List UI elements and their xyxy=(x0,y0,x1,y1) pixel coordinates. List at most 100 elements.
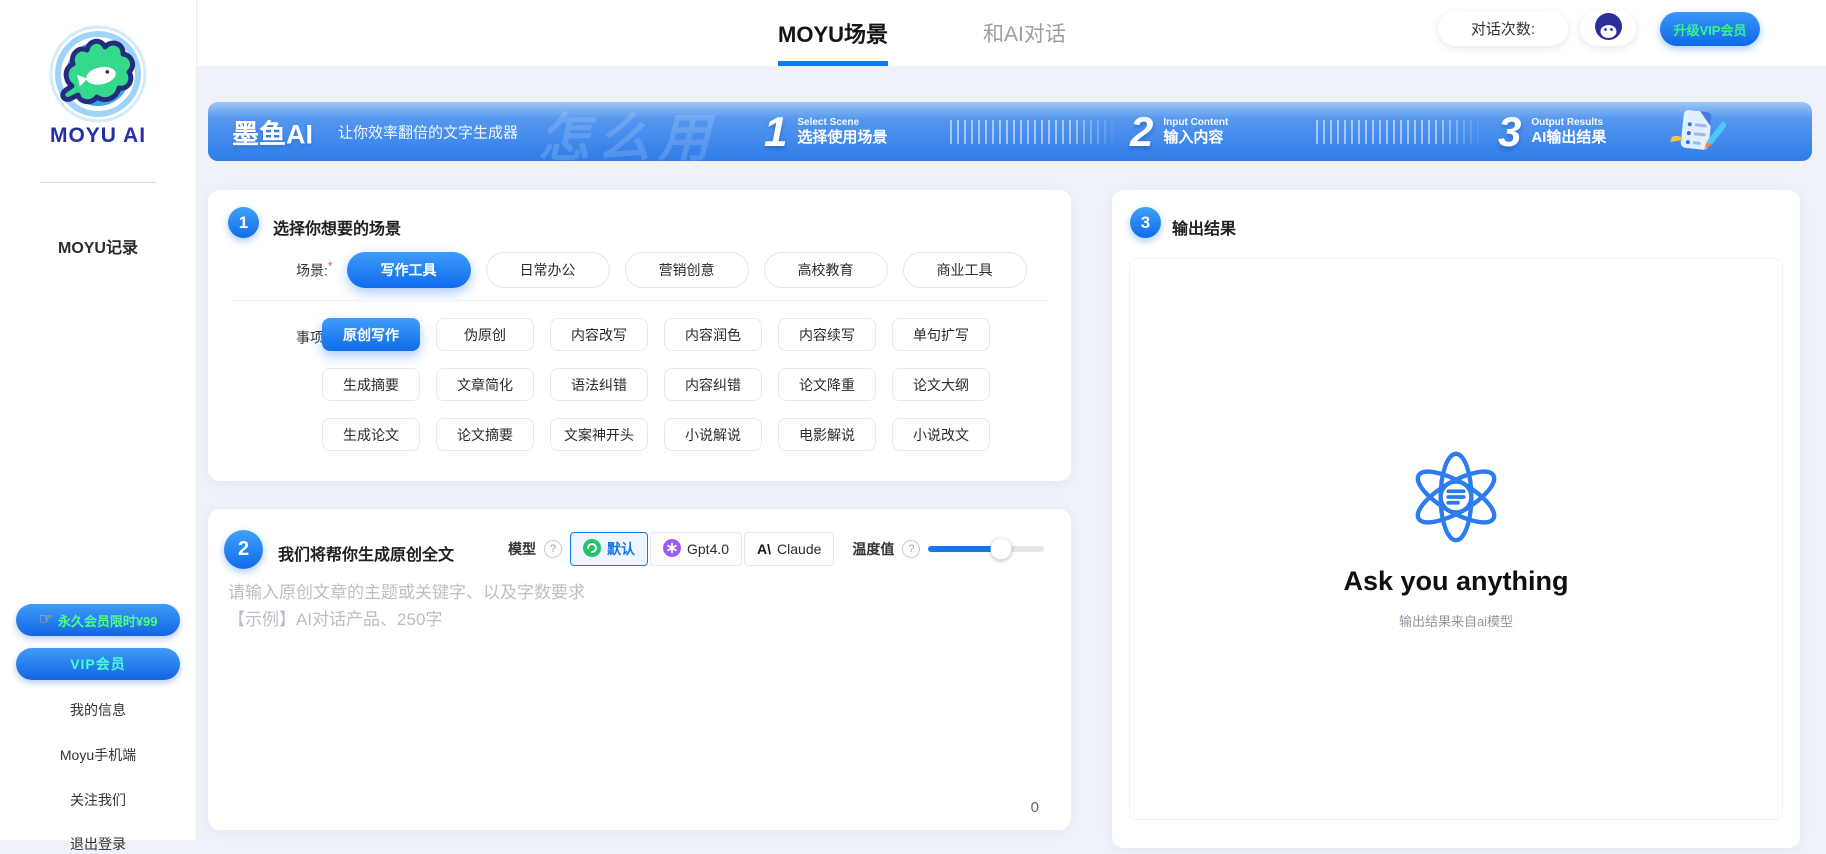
banner-connector xyxy=(950,120,1118,144)
banner-step-3-en: Output Results xyxy=(1531,117,1606,129)
sidebar-item-mobile[interactable]: Moyu手机端 xyxy=(0,745,196,765)
banner-watermark: 怎么用 xyxy=(538,102,718,161)
top-header: MOYU场景 和AI对话 对话次数: 升级VIP会员 xyxy=(196,0,1826,66)
scene-select-card: 1 选择你想要的场景 场景:* 写作工具 日常办公 营销创意 高校教育 商业工具… xyxy=(208,190,1071,481)
scene-pill-education[interactable]: 高校教育 xyxy=(764,252,888,288)
char-count: 0 xyxy=(1031,799,1039,816)
item-chip-copy-opening[interactable]: 文案神开头 xyxy=(550,418,648,451)
required-asterisk: * xyxy=(328,259,333,273)
banner-step-1: 1 Select Scene 选择使用场景 xyxy=(764,102,887,161)
model-option-claude[interactable]: A\ Claude xyxy=(744,532,834,566)
vip-membership-label: VIP会员 xyxy=(70,654,126,674)
document-pencil-illustration-icon xyxy=(1668,107,1726,161)
item-chip-simplify[interactable]: 文章简化 xyxy=(436,368,534,401)
temperature-label: 温度值 xyxy=(852,539,894,559)
banner-step-3-cn: AI输出结果 xyxy=(1531,129,1606,147)
item-chip-grammar-fix[interactable]: 语法纠错 xyxy=(550,368,648,401)
item-chip-generate-paper[interactable]: 生成论文 xyxy=(322,418,420,451)
chat-count-pill: 对话次数: xyxy=(1438,11,1568,46)
output-empty-subtitle: 输出结果来自ai模型 xyxy=(1399,611,1513,630)
banner-step-2-en: Input Content xyxy=(1163,117,1228,129)
prompt-placeholder-line1: 请输入原创文章的主题或关键字、以及字数要求 xyxy=(228,579,1051,606)
sidebar: MOYU AI MOYU记录 ☞ 永久会员限时¥99 VIP会员 我的信息 Mo… xyxy=(0,0,197,840)
banner-step-3: 3 Output Results AI输出结果 xyxy=(1498,102,1606,161)
moyu-logo-icon xyxy=(48,24,148,129)
banner-step-2: 2 Input Content 输入内容 xyxy=(1130,102,1228,161)
output-empty-title: Ask you anything xyxy=(1343,566,1568,597)
pointing-hand-icon: ☞ xyxy=(38,612,52,628)
banner-tagline: 让你效率翻倍的文字生成器 xyxy=(338,121,518,142)
vip-membership-button[interactable]: VIP会员 xyxy=(16,648,180,680)
model-label: 模型 xyxy=(508,539,536,559)
sidebar-item-follow-us[interactable]: 关注我们 xyxy=(0,790,196,810)
item-chip-rewrite[interactable]: 内容改写 xyxy=(550,318,648,351)
scene-pill-daily-office[interactable]: 日常办公 xyxy=(486,252,610,288)
scene-pill-marketing[interactable]: 营销创意 xyxy=(625,252,749,288)
item-chip-summary[interactable]: 生成摘要 xyxy=(322,368,420,401)
item-chip-paper-abstract[interactable]: 论文摘要 xyxy=(436,418,534,451)
output-card-title: 输出结果 xyxy=(1172,215,1236,239)
main-tabs: MOYU场景 和AI对话 xyxy=(778,0,1066,66)
item-chip-novel-commentary[interactable]: 小说解说 xyxy=(664,418,762,451)
model-option-gpt4[interactable]: Gpt4.0 xyxy=(650,532,742,566)
item-chip-pseudo-original[interactable]: 伪原创 xyxy=(436,318,534,351)
banner-brand: 墨鱼AI xyxy=(232,112,313,151)
model-help-icon[interactable]: ? xyxy=(544,540,562,558)
scene-pill-writing-tools[interactable]: 写作工具 xyxy=(347,252,471,288)
banner-step-1-en: Select Scene xyxy=(797,117,887,129)
item-chip-dedup-paper[interactable]: 论文降重 xyxy=(778,368,876,401)
item-chip-original-writing[interactable]: 原创写作 xyxy=(322,318,420,351)
prompt-input[interactable]: 请输入原创文章的主题或关键字、以及字数要求 【示例】AI对话产品、250字 xyxy=(228,579,1051,633)
temperature-slider[interactable] xyxy=(928,546,1044,552)
banner-step-1-number: 1 xyxy=(764,108,787,156)
item-chip-expand-sentence[interactable]: 单句扩写 xyxy=(892,318,990,351)
temperature-help-icon[interactable]: ? xyxy=(902,540,920,558)
gpt-model-icon xyxy=(663,539,681,560)
avatar-button[interactable] xyxy=(1580,11,1636,46)
scene-label: 场景:* xyxy=(296,259,333,281)
lifetime-membership-label: 永久会员限时¥99 xyxy=(58,611,158,630)
generate-controls: 模型 ? 默认 xyxy=(508,531,1044,567)
default-model-icon xyxy=(583,539,601,560)
model-selector: 默认 Gpt4.0 A\ Claude xyxy=(570,532,834,566)
scene-row: 场景:* 写作工具 日常办公 营销创意 高校教育 商业工具 xyxy=(296,252,1042,288)
item-chip-movie-commentary[interactable]: 电影解说 xyxy=(778,418,876,451)
scene-pill-business[interactable]: 商业工具 xyxy=(903,252,1027,288)
sidebar-item-logout[interactable]: 退出登录 xyxy=(0,834,196,854)
banner-step-3-number: 3 xyxy=(1498,108,1521,156)
claude-model-icon: A\ xyxy=(757,541,771,557)
generate-card-title: 我们将帮你生成原创全文 xyxy=(278,541,454,565)
item-chip-paper-outline[interactable]: 论文大纲 xyxy=(892,368,990,401)
item-row: 生成摘要 文章简化 语法纠错 内容纠错 论文降重 论文大纲 xyxy=(322,368,1006,401)
step-3-badge: 3 xyxy=(1130,207,1161,238)
avatar-icon xyxy=(1595,13,1622,45)
atom-icon xyxy=(1408,449,1504,550)
step-1-badge: 1 xyxy=(228,207,259,238)
scene-card-title: 选择你想要的场景 xyxy=(273,215,401,239)
step-2-badge: 2 xyxy=(224,530,263,569)
item-chip-continue[interactable]: 内容续写 xyxy=(778,318,876,351)
sidebar-item-records[interactable]: MOYU记录 xyxy=(0,234,196,258)
upgrade-vip-button[interactable]: 升级VIP会员 xyxy=(1660,12,1760,46)
prompt-placeholder-line2: 【示例】AI对话产品、250字 xyxy=(228,606,1051,633)
banner-step-2-cn: 输入内容 xyxy=(1163,129,1228,147)
item-row: 原创写作 伪原创 内容改写 内容润色 内容续写 单句扩写 xyxy=(322,318,1006,351)
item-chip-novel-rewrite[interactable]: 小说改文 xyxy=(892,418,990,451)
tab-ai-chat[interactable]: 和AI对话 xyxy=(983,0,1066,66)
how-to-use-banner: 墨鱼AI 让你效率翻倍的文字生成器 怎么用 1 Select Scene 选择使… xyxy=(208,102,1812,161)
temperature-slider-thumb[interactable] xyxy=(991,539,1012,560)
model-option-default[interactable]: 默认 xyxy=(570,532,648,566)
item-chip-content-fix[interactable]: 内容纠错 xyxy=(664,368,762,401)
card-divider xyxy=(232,300,1047,301)
lifetime-membership-button[interactable]: ☞ 永久会员限时¥99 xyxy=(16,604,180,636)
sidebar-divider xyxy=(40,182,156,183)
generate-card: 2 我们将帮你生成原创全文 模型 ? 默认 xyxy=(208,509,1071,830)
banner-connector xyxy=(1316,120,1484,144)
brand-name: MOYU AI xyxy=(0,124,196,148)
output-result-area: Ask you anything 输出结果来自ai模型 xyxy=(1129,258,1783,820)
output-card: 3 输出结果 Ask you anything 输出结果来自ai模型 xyxy=(1112,190,1800,848)
item-chip-polish[interactable]: 内容润色 xyxy=(664,318,762,351)
tab-moyu-scenes[interactable]: MOYU场景 xyxy=(778,0,888,66)
sidebar-item-my-info[interactable]: 我的信息 xyxy=(0,700,196,720)
banner-step-1-cn: 选择使用场景 xyxy=(797,129,887,147)
